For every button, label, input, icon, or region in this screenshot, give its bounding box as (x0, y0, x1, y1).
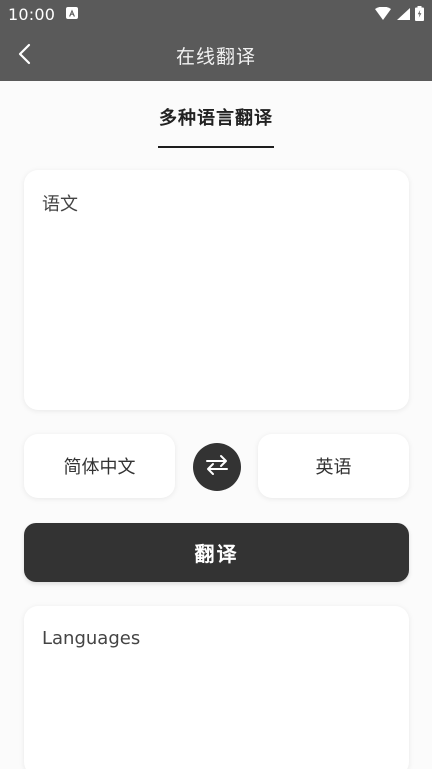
notification-a-icon (66, 7, 78, 19)
status-icons (374, 5, 424, 25)
tab-multilanguage[interactable]: 多种语言翻译 (158, 104, 274, 148)
tab-label: 多种语言翻译 (159, 108, 273, 129)
source-text: 语文 (42, 194, 78, 215)
target-language-button[interactable]: 英语 (258, 434, 409, 498)
result-text-card: Languages (24, 606, 409, 769)
translate-button[interactable]: 翻译 (24, 523, 409, 582)
status-bar: 10:00 (0, 0, 432, 30)
source-text-card[interactable]: 语文 (24, 170, 409, 410)
translate-screen: 10:00 在线翻译 多种语言翻译 语文 简体中文 英语 翻译 Language… (0, 0, 432, 769)
top-bar: 10:00 在线翻译 (0, 0, 432, 81)
signal-icon (396, 6, 411, 25)
status-time: 10:00 (8, 5, 56, 24)
source-language-button[interactable]: 简体中文 (24, 434, 175, 498)
battery-icon (415, 5, 424, 25)
swap-arrows-icon (204, 454, 230, 480)
app-bar: 在线翻译 (0, 30, 432, 81)
tab-underline (158, 146, 274, 148)
swap-languages-button[interactable] (193, 443, 241, 491)
wifi-icon (374, 6, 392, 25)
page-title: 在线翻译 (175, 46, 256, 68)
result-text: Languages (42, 628, 141, 649)
